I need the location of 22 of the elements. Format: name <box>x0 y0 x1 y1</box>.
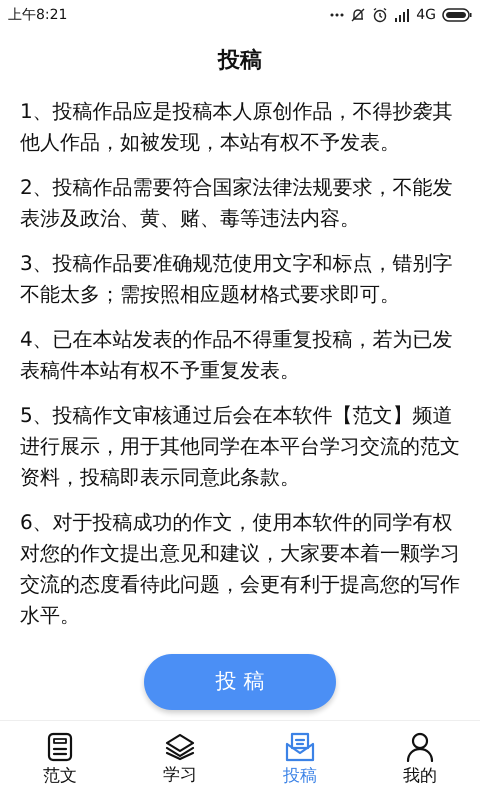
rule-paragraph: 2、投稿作品需要符合国家法律法规要求，不能发表涉及政治、黄、赌、毒等违法内容。 <box>20 174 454 232</box>
battery-icon <box>442 8 472 22</box>
layers-icon <box>165 732 195 761</box>
more-dots-icon <box>330 13 344 17</box>
page-title: 投稿 <box>218 46 262 74</box>
rule-paragraph: 5、投稿作文审核通过后会在本软件【范文】频道进行展示，用于其他同学在本平台学习交流的范文资料，投稿即表示同意此条款。 <box>20 402 460 491</box>
user-icon <box>405 732 435 762</box>
envelope-icon <box>285 732 315 762</box>
status-time: 上午8:21 <box>8 6 68 24</box>
nav-tab[interactable]: 学习 <box>120 732 240 788</box>
rule-paragraph: 4、已在本站发表的作品不得重复投稿，若为已发表稿件本站有权不予重复发表。 <box>20 326 454 384</box>
nav-tab[interactable]: 我的 <box>360 732 480 790</box>
nav-tab[interactable]: 投稿 <box>240 732 360 790</box>
signal-icon <box>394 8 410 22</box>
network-label: 4G <box>416 6 436 24</box>
nav-tab[interactable]: 范文 <box>0 732 120 790</box>
alarm-icon <box>372 7 388 23</box>
rule-paragraph: 3、投稿作品要准确规范使用文字和标点，错别字不能太多；需按照相应题材格式要求即可。 <box>20 250 454 308</box>
document-icon <box>47 732 73 762</box>
muted-bell-icon <box>350 7 366 23</box>
rule-paragraph: 1、投稿作品应是投稿本人原创作品，不得抄袭其他人作品，如被发现，本站有权不予发表。 <box>20 98 454 156</box>
rule-paragraph: 6、对于投稿成功的作文，使用本软件的同学有权对您的作文提出意见和建议，大家要本着一颗学习交流的态度看待此问题，会更有利于提高您的写作水平。 <box>20 509 460 629</box>
